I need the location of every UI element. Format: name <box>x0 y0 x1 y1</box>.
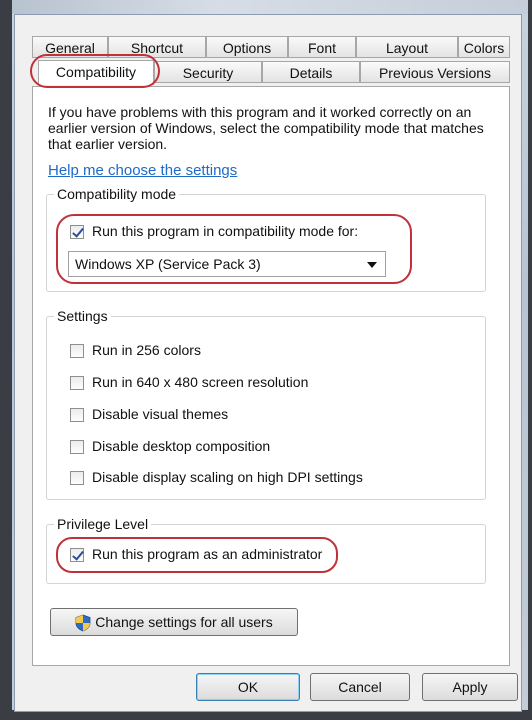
tab-shortcut[interactable]: Shortcut <box>108 36 206 58</box>
checkbox-disable-dpi-scaling-label: Disable display scaling on high DPI sett… <box>92 469 363 485</box>
title-bar <box>12 0 528 14</box>
run-as-admin-checkbox[interactable] <box>70 548 84 562</box>
privilege-label: Privilege Level <box>54 516 152 532</box>
help-link[interactable]: Help me choose the settings <box>48 162 237 179</box>
cancel-button[interactable]: Cancel <box>310 673 410 701</box>
checkbox-disable-themes[interactable] <box>70 408 84 422</box>
chevron-down-icon <box>367 262 377 268</box>
checkbox-disable-dpi-scaling[interactable] <box>70 471 84 485</box>
checkbox-disable-composition-label: Disable desktop composition <box>92 438 271 454</box>
uac-shield-icon <box>75 614 91 632</box>
tab-options[interactable]: Options <box>206 36 288 58</box>
checkbox-256-colors[interactable] <box>70 344 84 358</box>
tab-general[interactable]: General <box>32 36 108 58</box>
checkbox-disable-themes-label: Disable visual themes <box>92 406 229 422</box>
ok-button[interactable]: OK <box>196 673 300 701</box>
compat-mode-selected-value: Windows XP (Service Pack 3) <box>75 256 261 272</box>
tab-previous-versions[interactable]: Previous Versions <box>360 61 510 83</box>
change-settings-all-users-label: Change settings for all users <box>95 614 273 630</box>
compat-mode-select[interactable]: Windows XP (Service Pack 3) <box>68 251 386 277</box>
settings-label: Settings <box>54 308 111 324</box>
compat-mode-label: Compatibility mode <box>54 186 180 202</box>
checkbox-disable-composition[interactable] <box>70 440 84 454</box>
checkbox-640x480[interactable] <box>70 376 84 390</box>
tab-security[interactable]: Security <box>154 61 262 83</box>
tab-details[interactable]: Details <box>262 61 360 83</box>
compat-mode-checkbox-label: Run this program in compatibility mode f… <box>92 223 359 239</box>
change-settings-all-users-button[interactable]: Change settings for all users <box>50 608 298 636</box>
tab-colors[interactable]: Colors <box>458 36 510 58</box>
intro-text: If you have problems with this program a… <box>48 104 484 152</box>
tab-compatibility[interactable]: Compatibility <box>38 60 154 85</box>
compat-mode-group <box>46 194 486 292</box>
compat-mode-checkbox[interactable] <box>70 225 84 239</box>
checkbox-256-colors-label: Run in 256 colors <box>92 342 201 358</box>
apply-button[interactable]: Apply <box>422 673 518 701</box>
run-as-admin-label: Run this program as an administrator <box>92 546 323 562</box>
checkbox-640x480-label: Run in 640 x 480 screen resolution <box>92 374 309 390</box>
tab-font[interactable]: Font <box>288 36 356 58</box>
tab-layout[interactable]: Layout <box>356 36 458 58</box>
